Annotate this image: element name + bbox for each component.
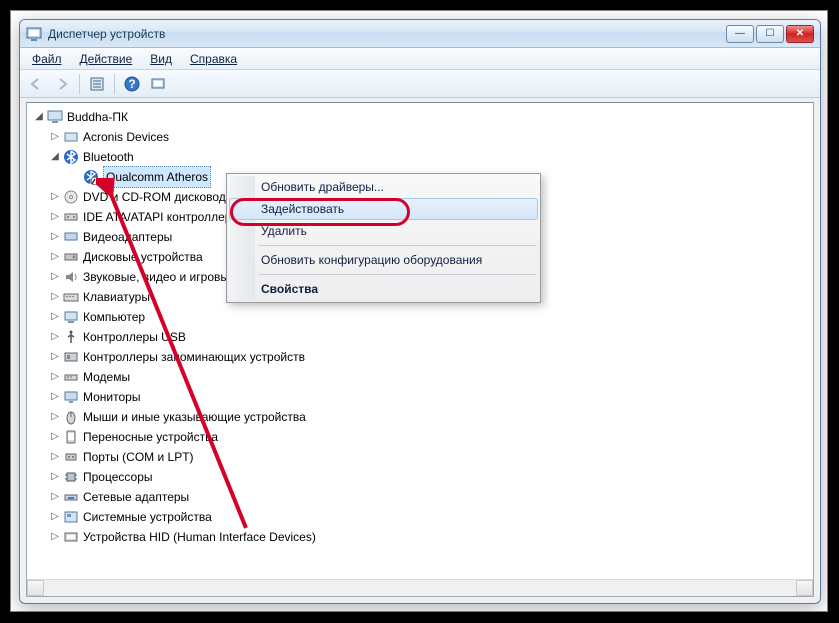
- expand-icon[interactable]: ▷: [47, 209, 63, 225]
- toolbar-separator: [114, 74, 115, 94]
- tree-item[interactable]: Сетевые адаптеры: [83, 487, 189, 507]
- tree-item[interactable]: Видеоадаптеры: [83, 227, 172, 247]
- window-title: Диспетчер устройств: [48, 27, 726, 41]
- tree-item[interactable]: Bluetooth: [83, 147, 134, 167]
- usb-icon: [63, 329, 79, 345]
- expand-icon[interactable]: ▷: [47, 489, 63, 505]
- root-node[interactable]: Buddha-ПК: [67, 107, 128, 127]
- app-icon: [26, 26, 42, 42]
- expand-icon[interactable]: ▷: [47, 289, 63, 305]
- horizontal-scrollbar[interactable]: [27, 579, 813, 596]
- back-button: [24, 72, 48, 96]
- expand-icon[interactable]: ▷: [47, 409, 63, 425]
- device-icon: [63, 129, 79, 145]
- portable-icon: [63, 429, 79, 445]
- menubar: Файл Действие Вид Справка: [20, 48, 820, 70]
- cpu-icon: [63, 469, 79, 485]
- scan-button[interactable]: [146, 72, 170, 96]
- expand-icon[interactable]: ▷: [47, 509, 63, 525]
- toolbar-separator: [79, 74, 80, 94]
- collapse-icon[interactable]: ◢: [31, 109, 47, 125]
- menu-update-drivers[interactable]: Обновить драйверы...: [229, 176, 538, 198]
- bluetooth-device-icon: [83, 169, 99, 185]
- expand-icon[interactable]: ▷: [47, 429, 63, 445]
- expand-icon[interactable]: ▷: [47, 369, 63, 385]
- hid-icon: [63, 529, 79, 545]
- collapse-icon[interactable]: ◢: [47, 149, 63, 165]
- modem-icon: [63, 369, 79, 385]
- toolbar: ?: [20, 70, 820, 98]
- menu-properties[interactable]: Свойства: [229, 278, 538, 300]
- tree-item[interactable]: Порты (COM и LPT): [83, 447, 194, 467]
- expand-icon[interactable]: ▷: [47, 269, 63, 285]
- computer-icon: [47, 109, 63, 125]
- menu-enable-device[interactable]: Задействовать: [229, 198, 538, 220]
- keyboard-icon: [63, 289, 79, 305]
- expand-icon[interactable]: ▷: [47, 129, 63, 145]
- tree-item[interactable]: IDE ATA/ATAPI контроллеры: [83, 207, 240, 227]
- maximize-button[interactable]: ☐: [756, 25, 784, 43]
- tree-item[interactable]: Модемы: [83, 367, 130, 387]
- device-manager-window: Диспетчер устройств — ☐ ✕ Файл Действие …: [19, 19, 821, 604]
- minimize-button[interactable]: —: [726, 25, 754, 43]
- expand-icon[interactable]: ▷: [47, 249, 63, 265]
- tree-item[interactable]: Дисковые устройства: [83, 247, 203, 267]
- tree-item[interactable]: Мыши и иные указывающие устройства: [83, 407, 306, 427]
- network-icon: [63, 489, 79, 505]
- computer-category-icon: [63, 309, 79, 325]
- tree-item[interactable]: Переносные устройства: [83, 427, 218, 447]
- menu-help[interactable]: Справка: [182, 50, 245, 68]
- storage-controller-icon: [63, 349, 79, 365]
- disc-icon: [63, 189, 79, 205]
- expand-icon[interactable]: ▷: [47, 229, 63, 245]
- menu-file[interactable]: Файл: [24, 50, 70, 68]
- expand-icon[interactable]: ▷: [47, 449, 63, 465]
- port-icon: [63, 449, 79, 465]
- tree-item[interactable]: Клавиатуры: [83, 287, 150, 307]
- expand-icon[interactable]: ▷: [47, 469, 63, 485]
- tree-item[interactable]: DVD и CD-ROM дисководы: [83, 187, 234, 207]
- sound-icon: [63, 269, 79, 285]
- context-menu: Обновить драйверы... Задействовать Удали…: [226, 173, 541, 303]
- display-adapter-icon: [63, 229, 79, 245]
- titlebar[interactable]: Диспетчер устройств — ☐ ✕: [20, 20, 820, 48]
- system-icon: [63, 509, 79, 525]
- menu-action[interactable]: Действие: [72, 50, 141, 68]
- bluetooth-icon: [63, 149, 79, 165]
- monitor-icon: [63, 389, 79, 405]
- menu-separator: [259, 274, 536, 275]
- expand-icon[interactable]: ▷: [47, 349, 63, 365]
- tree-item[interactable]: Устройства HID (Human Interface Devices): [83, 527, 316, 547]
- selected-device[interactable]: Qualcomm Atheros: [103, 166, 211, 188]
- no-expand: [67, 169, 83, 185]
- svg-text:?: ?: [128, 77, 135, 91]
- tree-item[interactable]: Системные устройства: [83, 507, 212, 527]
- properties-button[interactable]: [85, 72, 109, 96]
- expand-icon[interactable]: ▷: [47, 389, 63, 405]
- tree-item[interactable]: Acronis Devices: [83, 127, 169, 147]
- controller-icon: [63, 209, 79, 225]
- tree-item[interactable]: Процессоры: [83, 467, 153, 487]
- expand-icon[interactable]: ▷: [47, 309, 63, 325]
- expand-icon[interactable]: ▷: [47, 189, 63, 205]
- tree-item[interactable]: Компьютер: [83, 307, 145, 327]
- tree-item[interactable]: Мониторы: [83, 387, 140, 407]
- expand-icon[interactable]: ▷: [47, 529, 63, 545]
- disk-icon: [63, 249, 79, 265]
- tree-item[interactable]: Контроллеры запоминающих устройств: [83, 347, 305, 367]
- menu-scan-hardware[interactable]: Обновить конфигурацию оборудования: [229, 249, 538, 271]
- tree-item[interactable]: Контроллеры USB: [83, 327, 186, 347]
- mouse-icon: [63, 409, 79, 425]
- help-button[interactable]: ?: [120, 72, 144, 96]
- menu-view[interactable]: Вид: [142, 50, 180, 68]
- menu-separator: [259, 245, 536, 246]
- close-button[interactable]: ✕: [786, 25, 814, 43]
- forward-button: [50, 72, 74, 96]
- expand-icon[interactable]: ▷: [47, 329, 63, 345]
- menu-delete-device[interactable]: Удалить: [229, 220, 538, 242]
